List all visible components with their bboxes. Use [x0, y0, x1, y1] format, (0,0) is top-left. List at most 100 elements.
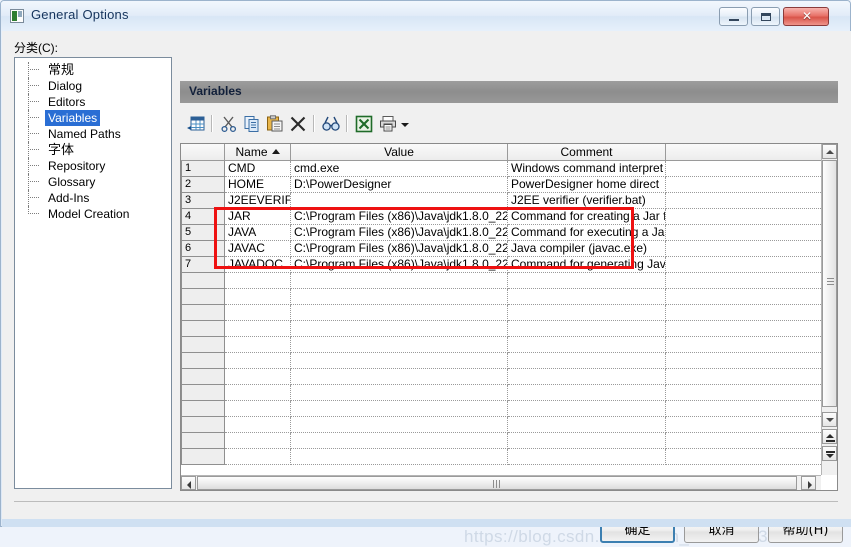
cell-extra[interactable] [666, 433, 821, 449]
cell-name[interactable] [225, 417, 291, 433]
insert-row-icon[interactable] [184, 112, 208, 136]
sidebar-item-[interactable]: 常规 [15, 62, 171, 78]
cell-value[interactable] [291, 449, 508, 465]
scroll-down-button[interactable] [822, 412, 837, 427]
cell-comment[interactable] [508, 289, 666, 305]
table-row[interactable] [181, 417, 821, 433]
cell-extra[interactable] [666, 353, 821, 369]
cell-extra[interactable] [666, 209, 821, 225]
sidebar-item-repository[interactable]: Repository [15, 158, 171, 174]
scroll-left-button[interactable] [181, 476, 196, 490]
cell-value[interactable] [291, 433, 508, 449]
cell-value[interactable] [291, 417, 508, 433]
table-row[interactable] [181, 369, 821, 385]
cell-extra[interactable] [666, 193, 821, 209]
cell-extra[interactable] [666, 225, 821, 241]
cell-extra[interactable] [666, 337, 821, 353]
table-row[interactable] [181, 353, 821, 369]
cell-extra[interactable] [666, 401, 821, 417]
scroll-to-top-button[interactable] [822, 429, 837, 444]
cell-name[interactable] [225, 273, 291, 289]
sidebar-item-variables[interactable]: Variables [15, 110, 171, 126]
table-row[interactable] [181, 321, 821, 337]
cell-value[interactable]: C:\Program Files (x86)\Java\jdk1.8.0_22 [291, 225, 508, 241]
cell-extra[interactable] [666, 289, 821, 305]
table-row[interactable] [181, 337, 821, 353]
cell-extra[interactable] [666, 161, 821, 177]
row-number-cell[interactable] [181, 321, 225, 337]
sidebar-item-glossary[interactable]: Glossary [15, 174, 171, 190]
cell-comment[interactable]: J2EE verifier (verifier.bat) [508, 193, 666, 209]
row-number-cell[interactable]: 2 [181, 177, 225, 193]
cell-comment[interactable] [508, 369, 666, 385]
table-row[interactable] [181, 433, 821, 449]
print-icon[interactable] [376, 112, 400, 136]
scroll-right-button[interactable] [801, 476, 816, 490]
cell-extra[interactable] [666, 369, 821, 385]
cell-value[interactable]: C:\Program Files (x86)\Java\jdk1.8.0_22 [291, 209, 508, 225]
table-row[interactable] [181, 289, 821, 305]
table-row[interactable]: 2 HOME D:\PowerDesigner PowerDesigner home … [181, 177, 821, 193]
sidebar-item-model-creation[interactable]: Model Creation [15, 206, 171, 222]
cell-comment[interactable]: PowerDesigner home direct [508, 177, 666, 193]
cell-value[interactable] [291, 305, 508, 321]
cell-value[interactable] [291, 353, 508, 369]
cell-comment[interactable]: Windows command interpret [508, 161, 666, 177]
row-number-cell[interactable] [181, 273, 225, 289]
row-number-cell[interactable]: 3 [181, 193, 225, 209]
table-row[interactable] [181, 385, 821, 401]
cell-comment[interactable]: Command for creating a Jar f [508, 209, 666, 225]
table-row[interactable]: 1 CMD cmd.exe Windows command interpret [181, 161, 821, 177]
cell-comment[interactable]: Java compiler (javac.exe) [508, 241, 666, 257]
cell-comment[interactable]: Command for generating Jav [508, 257, 666, 273]
close-button[interactable]: ✕ [783, 7, 829, 26]
cell-comment[interactable] [508, 353, 666, 369]
row-number-cell[interactable]: 6 [181, 241, 225, 257]
cell-value[interactable] [291, 369, 508, 385]
cell-extra[interactable] [666, 449, 821, 465]
row-number-cell[interactable] [181, 449, 225, 465]
cell-extra[interactable] [666, 273, 821, 289]
cell-name[interactable] [225, 401, 291, 417]
cell-name[interactable]: JAR [225, 209, 291, 225]
row-number-cell[interactable] [181, 337, 225, 353]
sidebar-item-add-ins[interactable]: Add-Ins [15, 190, 171, 206]
cell-extra[interactable] [666, 177, 821, 193]
cell-value[interactable]: C:\Program Files (x86)\Java\jdk1.8.0_22 [291, 241, 508, 257]
cell-value[interactable] [291, 401, 508, 417]
cell-comment[interactable] [508, 273, 666, 289]
cell-name[interactable]: JAVAC [225, 241, 291, 257]
column-header-extra[interactable] [666, 144, 821, 160]
table-row[interactable]: 5 JAVA C:\Program Files (x86)\Java\jdk1.8.… [181, 225, 821, 241]
vertical-scrollbar[interactable] [821, 144, 837, 475]
row-number-cell[interactable] [181, 385, 225, 401]
cell-value[interactable] [291, 273, 508, 289]
cell-name[interactable] [225, 305, 291, 321]
column-header-rownum[interactable] [181, 144, 225, 160]
column-header-comment[interactable]: Comment [508, 144, 666, 160]
cell-value[interactable] [291, 321, 508, 337]
cell-comment[interactable] [508, 385, 666, 401]
cell-extra[interactable] [666, 385, 821, 401]
cell-name[interactable]: HOME [225, 177, 291, 193]
cell-comment[interactable] [508, 449, 666, 465]
find-icon[interactable] [319, 112, 343, 136]
cell-name[interactable] [225, 369, 291, 385]
column-header-name[interactable]: Name [225, 144, 291, 160]
row-number-cell[interactable]: 1 [181, 161, 225, 177]
row-number-cell[interactable] [181, 289, 225, 305]
cell-comment[interactable] [508, 433, 666, 449]
cell-value[interactable] [291, 289, 508, 305]
cell-value[interactable]: cmd.exe [291, 161, 508, 177]
cell-value[interactable] [291, 385, 508, 401]
row-number-cell[interactable]: 7 [181, 257, 225, 273]
cell-comment[interactable] [508, 337, 666, 353]
sidebar-item-editors[interactable]: Editors [15, 94, 171, 110]
cell-value[interactable]: D:\PowerDesigner [291, 177, 508, 193]
table-row[interactable] [181, 401, 821, 417]
cell-extra[interactable] [666, 321, 821, 337]
cell-name[interactable] [225, 449, 291, 465]
cell-extra[interactable] [666, 257, 821, 273]
column-header-value[interactable]: Value [291, 144, 508, 160]
table-row[interactable]: 3 J2EEVERIF J2EE verifier (verifier.bat) [181, 193, 821, 209]
